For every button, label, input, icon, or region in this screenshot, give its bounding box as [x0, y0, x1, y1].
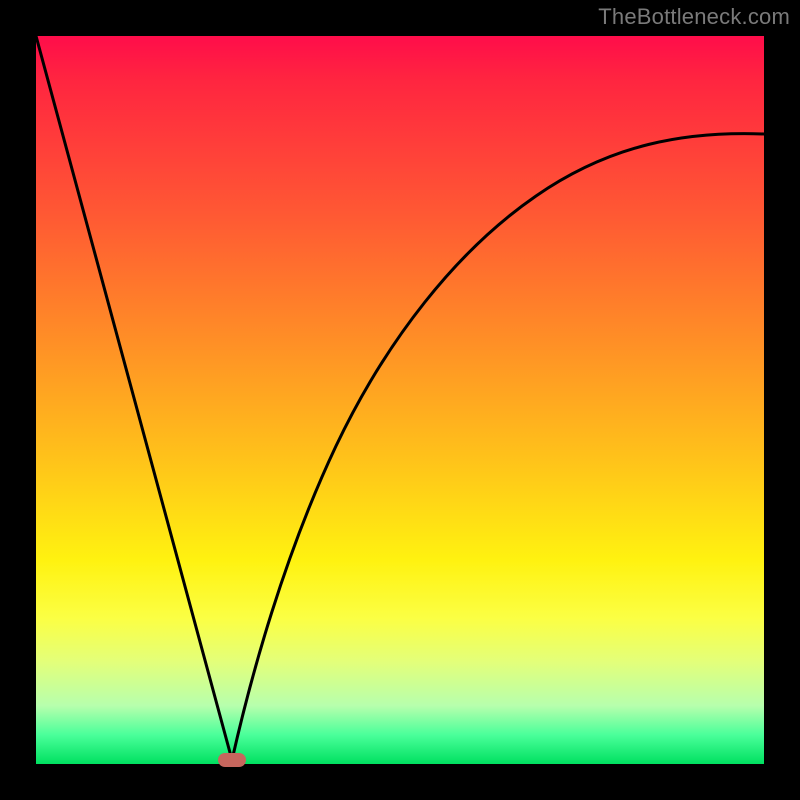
optimum-marker [218, 753, 246, 767]
curve-left-branch [36, 36, 232, 760]
chart-frame: TheBottleneck.com [0, 0, 800, 800]
watermark-text: TheBottleneck.com [598, 4, 790, 30]
plot-area [36, 36, 764, 764]
curve-layer [36, 36, 764, 764]
curve-right-branch [232, 134, 764, 760]
